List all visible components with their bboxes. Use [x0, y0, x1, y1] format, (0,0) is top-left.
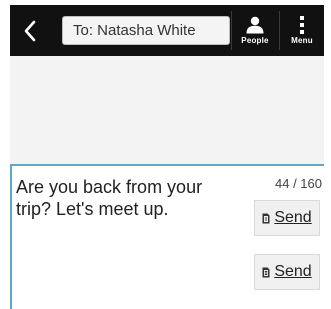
people-button[interactable]: People	[232, 5, 278, 56]
action-bar: To: Natasha White People Menu	[10, 5, 324, 56]
chevron-left-icon	[24, 20, 36, 41]
message-input[interactable]: Are you back from your trip? Let's meet …	[12, 176, 236, 220]
messaging-screen: To: Natasha White People Menu Are you ba…	[0, 0, 331, 309]
conversation-area	[10, 56, 324, 164]
person-icon	[246, 16, 264, 34]
sim-card-1-icon	[262, 213, 270, 223]
send-button-sim1[interactable]: Send	[254, 200, 320, 236]
menu-label: Menu	[291, 36, 313, 45]
vertical-dots-icon	[300, 16, 304, 34]
back-button[interactable]	[10, 5, 50, 56]
send-label: Send	[274, 263, 312, 280]
menu-button[interactable]: Menu	[280, 5, 324, 56]
people-label: People	[241, 36, 269, 45]
recipient-field[interactable]: To: Natasha White	[62, 16, 230, 45]
character-counter: 44 / 160	[275, 176, 322, 191]
send-label: Send	[274, 209, 312, 226]
compose-area: Are you back from your trip? Let's meet …	[10, 164, 324, 309]
sim-card-2-icon	[262, 267, 270, 277]
send-button-sim2[interactable]: Send	[254, 254, 320, 290]
